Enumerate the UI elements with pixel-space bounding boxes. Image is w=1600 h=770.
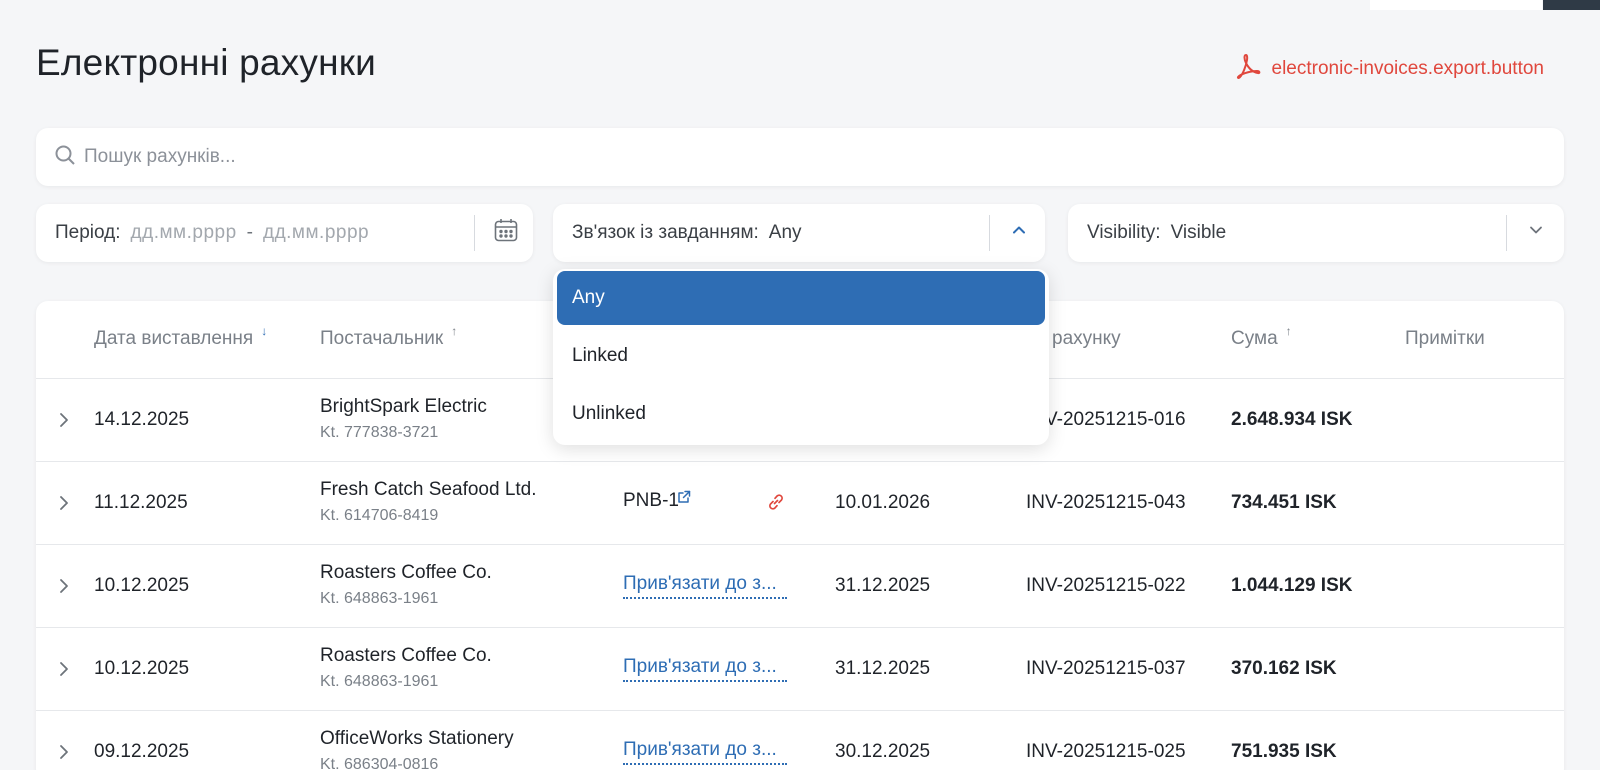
table-row[interactable]: 11.12.2025 Fresh Catch Seafood Ltd. Kt. … (36, 462, 1564, 545)
task-cell: Прив'язати до з... (623, 656, 787, 688)
supplier-name: Roasters Coffee Co. (320, 562, 492, 583)
amount: 751.935 ISK (1231, 741, 1337, 762)
task-link-value: Any (768, 222, 802, 243)
task-link-toggle[interactable] (993, 204, 1045, 262)
chevron-right-icon[interactable] (54, 574, 74, 598)
visibility-toggle[interactable] (1510, 204, 1562, 262)
chevron-down-icon (1527, 221, 1545, 245)
visibility-label: Visibility: (1087, 222, 1161, 243)
chevron-right-icon[interactable] (54, 657, 74, 681)
issue-date: 09.12.2025 (94, 741, 190, 762)
chevron-right-icon[interactable] (54, 740, 74, 764)
period-label: Період: (55, 222, 121, 243)
supplier-cell: Roasters Coffee Co. Kt. 648863-1961 (320, 645, 492, 691)
supplier-cell: BrightSpark Electric Kt. 777838-3721 (320, 396, 487, 442)
table-row[interactable]: 10.12.2025 Roasters Coffee Co. Kt. 64886… (36, 628, 1564, 711)
issue-date: 11.12.2025 (94, 492, 188, 513)
chevron-right-icon[interactable] (54, 408, 74, 432)
task-link-label: Зв'язок із завданням: (572, 222, 759, 243)
task-cell: Прив'язати до з... (623, 739, 787, 770)
column-header-invoice-number[interactable]: рахунку (1052, 328, 1121, 350)
visibility-filter[interactable]: Visibility: Visible (1068, 204, 1564, 262)
dropdown-option-unlinked[interactable]: Unlinked (557, 387, 1045, 441)
supplier-name: Roasters Coffee Co. (320, 645, 492, 666)
unlink-icon[interactable] (766, 492, 786, 518)
period-separator: - (246, 222, 253, 243)
dropdown-option-linked[interactable]: Linked (557, 329, 1045, 383)
supplier-name: OfficeWorks Stationery (320, 728, 514, 749)
column-header-label: Сума (1231, 328, 1278, 349)
column-header-supplier[interactable]: Постачальник ↑ (320, 324, 457, 350)
supplier-kt: Kt. 777838-3721 (320, 424, 439, 441)
amount: 734.451 ISK (1231, 492, 1337, 513)
export-button-label: electronic-invoices.export.button (1271, 58, 1544, 79)
due-date: 31.12.2025 (835, 658, 931, 679)
search-bar (36, 128, 1564, 186)
task-cell: PNB-1 (623, 490, 783, 512)
supplier-kt: Kt. 614706-8419 (320, 507, 439, 524)
divider (474, 215, 475, 251)
task-cell: Прив'язати до з... (623, 573, 787, 605)
search-input[interactable] (84, 146, 1484, 168)
sort-desc-icon: ↓ (261, 324, 268, 338)
due-date: 10.01.2026 (835, 492, 931, 513)
chevron-right-icon[interactable] (54, 491, 74, 515)
amount: 2.648.934 ISK (1231, 409, 1353, 430)
period-from-input[interactable]: дд.мм.рррр (131, 222, 237, 244)
sort-asc-icon: ↑ (1285, 324, 1292, 338)
supplier-kt: Kt. 648863-1961 (320, 673, 439, 690)
top-toolbar-stub (1370, 0, 1542, 10)
calendar-button[interactable] (480, 204, 532, 262)
supplier-name: BrightSpark Electric (320, 396, 487, 417)
due-date: 31.12.2025 (835, 575, 931, 596)
supplier-kt: Kt. 686304-0816 (320, 756, 439, 770)
invoice-number: INV-20251215-025 (1026, 741, 1186, 762)
link-to-task-button[interactable]: Прив'язати до з... (623, 656, 787, 682)
page-title: Електронні рахунки (36, 42, 376, 83)
issue-date: 10.12.2025 (94, 658, 190, 679)
chevron-up-icon (1010, 221, 1028, 245)
invoice-number: INV-20251215-016 (1026, 409, 1186, 430)
issue-date: 10.12.2025 (94, 575, 190, 596)
column-header-label: Дата виставлення (94, 328, 254, 349)
column-header-label: Примітки (1405, 328, 1485, 349)
period-filter: Період: дд.мм.рррр - дд.мм.рррр (36, 204, 533, 262)
dropdown-option-any[interactable]: Any (557, 271, 1045, 325)
period-to-input[interactable]: дд.мм.рррр (263, 222, 369, 244)
calendar-icon (493, 217, 519, 249)
search-icon (54, 144, 84, 171)
amount: 1.044.129 ISK (1231, 575, 1353, 596)
table-row[interactable]: 09.12.2025 OfficeWorks Stationery Kt. 68… (36, 711, 1564, 770)
task-link[interactable]: PNB-1 (623, 490, 679, 511)
external-link-icon[interactable] (677, 488, 691, 510)
supplier-name: Fresh Catch Seafood Ltd. (320, 479, 537, 500)
supplier-cell: Roasters Coffee Co. Kt. 648863-1961 (320, 562, 492, 608)
column-header-notes: Примітки (1405, 328, 1485, 350)
invoice-number: INV-20251215-043 (1026, 492, 1186, 513)
invoice-number: INV-20251215-037 (1026, 658, 1186, 679)
column-header-label: Постачальник (320, 328, 444, 349)
column-header-amount[interactable]: Сума ↑ (1231, 324, 1292, 350)
pdf-icon (1234, 52, 1262, 86)
issue-date: 14.12.2025 (94, 409, 190, 430)
export-button[interactable]: electronic-invoices.export.button (1234, 52, 1544, 86)
task-link-dropdown-menu: Any Linked Unlinked (553, 269, 1049, 445)
link-to-task-button[interactable]: Прив'язати до з... (623, 739, 787, 765)
column-header-issue-date[interactable]: Дата виставлення ↓ (94, 324, 267, 350)
column-header-label: рахунку (1052, 328, 1121, 349)
table-row[interactable]: 10.12.2025 Roasters Coffee Co. Kt. 64886… (36, 545, 1564, 628)
amount: 370.162 ISK (1231, 658, 1337, 679)
supplier-cell: Fresh Catch Seafood Ltd. Kt. 614706-8419 (320, 479, 537, 525)
divider (989, 215, 990, 251)
top-toolbar-button[interactable] (1543, 0, 1600, 10)
visibility-value: Visible (1170, 222, 1227, 243)
task-link-filter[interactable]: Зв'язок із завданням: Any (553, 204, 1045, 262)
supplier-cell: OfficeWorks Stationery Kt. 686304-0816 (320, 728, 514, 770)
link-to-task-button[interactable]: Прив'язати до з... (623, 573, 787, 599)
sort-asc-icon: ↑ (451, 324, 458, 338)
divider (1506, 215, 1507, 251)
invoice-number: INV-20251215-022 (1026, 575, 1186, 596)
supplier-kt: Kt. 648863-1961 (320, 590, 439, 607)
due-date: 30.12.2025 (835, 741, 931, 762)
